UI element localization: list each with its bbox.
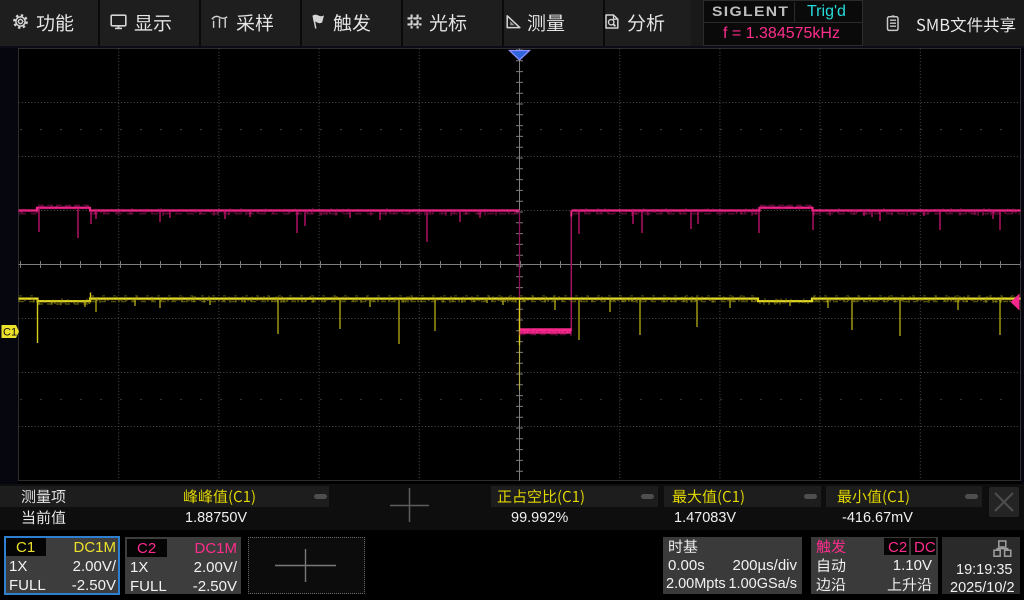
svg-text:C1: C1 xyxy=(3,327,17,339)
